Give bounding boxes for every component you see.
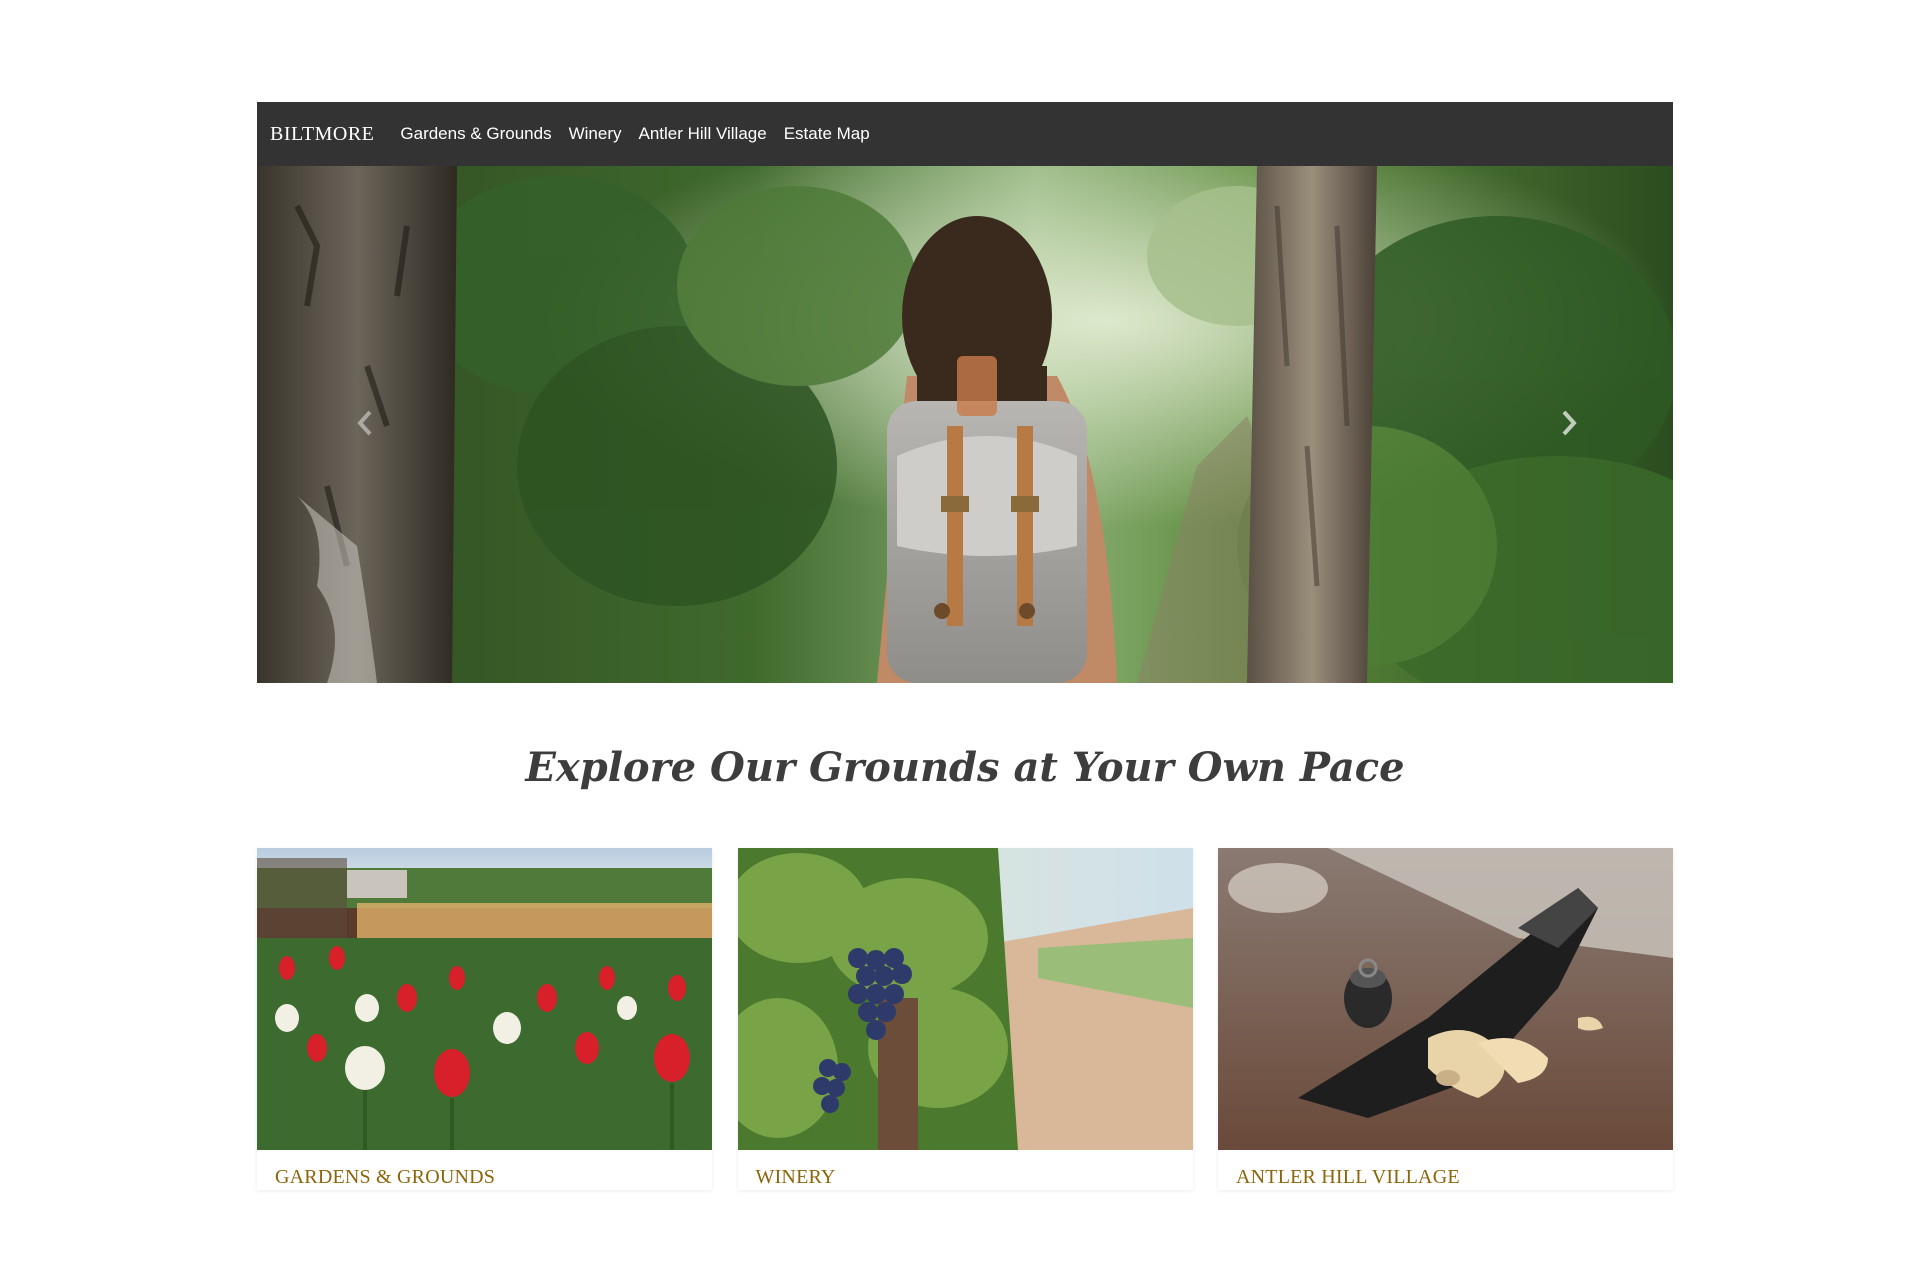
card-body: ANTLER HILL VILLAGE [1218, 1150, 1673, 1190]
top-navbar: BILTMORE Gardens & Grounds Winery Antler… [257, 102, 1673, 166]
nav-item-estate-map[interactable]: Estate Map [784, 124, 870, 144]
card-winery[interactable]: WINERY [737, 848, 1193, 1190]
chevron-right-icon [1562, 410, 1577, 436]
card-title[interactable]: WINERY [756, 1166, 836, 1188]
nav-item-winery[interactable]: Winery [569, 124, 622, 144]
card-antler-hill-village[interactable]: ANTLER HILL VILLAGE [1218, 848, 1673, 1190]
brand-logo[interactable]: BILTMORE [270, 123, 374, 146]
page: BILTMORE Gardens & Grounds Winery Antler… [0, 0, 1920, 1280]
chevron-left-icon [357, 410, 372, 436]
hero-carousel [257, 166, 1673, 683]
carousel-prev-button[interactable] [345, 403, 385, 443]
nav-item-gardens-grounds[interactable]: Gardens & Grounds [400, 124, 551, 144]
card-gardens-grounds[interactable]: GARDENS & GROUNDS [257, 848, 712, 1190]
main-container: BILTMORE Gardens & Grounds Winery Antler… [257, 102, 1673, 1190]
tulip-garden-image [257, 848, 712, 1150]
card-image-tulips[interactable] [257, 848, 712, 1150]
card-body: GARDENS & GROUNDS [257, 1150, 712, 1190]
woodworking-plane-image [1218, 848, 1673, 1150]
grape-vineyard-image [737, 848, 1193, 1150]
card-title[interactable]: GARDENS & GROUNDS [275, 1166, 495, 1188]
hero-image-hiker-in-forest [257, 166, 1673, 683]
section-title: Explore Our Grounds at Your Own Pace [525, 744, 1405, 791]
card-title[interactable]: ANTLER HILL VILLAGE [1236, 1166, 1460, 1188]
card-image-grapes[interactable] [737, 848, 1193, 1150]
card-list: GARDENS & GROUNDS WINERY ANTLER HILL VIL… [257, 848, 1673, 1190]
card-body: WINERY [738, 1150, 1193, 1190]
nav-item-antler-hill-village[interactable]: Antler Hill Village [639, 124, 767, 144]
card-image-hand-plane[interactable] [1218, 848, 1673, 1150]
carousel-next-button[interactable] [1549, 403, 1589, 443]
